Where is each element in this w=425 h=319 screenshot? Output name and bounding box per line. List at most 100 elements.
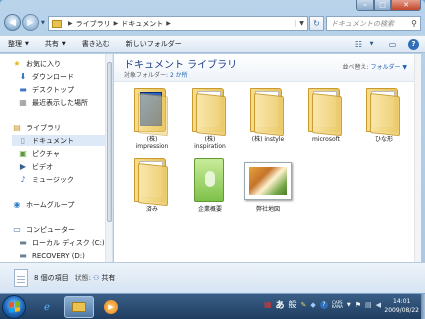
nav-desktop[interactable]: ▬ デスクトップ	[18, 84, 74, 95]
ime-mode-indicator[interactable]: あ	[276, 298, 285, 311]
nav-computer[interactable]: ▭ コンピューター	[12, 224, 75, 235]
nav-recent-places[interactable]: ▦ 最近表示した場所	[18, 97, 88, 108]
library-header: ドキュメント ライブラリ 対象フォルダー: 2 か所 並べ替え: フォルダー ▼	[114, 54, 421, 82]
folder-icon	[52, 19, 62, 28]
address-bar[interactable]: ▶ ライブラリ ▶ ドキュメント ▶ ▼	[48, 16, 308, 31]
refresh-button[interactable]: ↻	[309, 16, 324, 31]
windows-logo-icon	[9, 301, 20, 313]
ime-tools-icon[interactable]: ◆	[310, 301, 315, 309]
arrange-by: 並べ替え: フォルダー ▼	[343, 62, 408, 71]
folder-item[interactable]: (株) instyle	[240, 84, 296, 146]
nav-recovery[interactable]: ▬ RECOVERY (D:)	[18, 250, 85, 261]
taskbar-internet-explorer[interactable]: ℯ	[32, 296, 62, 318]
nav-label: ライブラリ	[26, 123, 61, 132]
pictures-icon: ▣	[19, 149, 27, 158]
view-options-icon[interactable]: ☷	[353, 39, 364, 50]
folder-icon	[134, 158, 170, 207]
forward-button[interactable]: ▶	[22, 14, 39, 31]
nav-documents[interactable]: ▯ ドキュメント	[12, 135, 106, 146]
taskbar-explorer[interactable]	[64, 296, 94, 318]
folder-icon	[366, 88, 402, 137]
folder-icon	[308, 88, 344, 137]
network-icon[interactable]: ▤	[365, 301, 372, 309]
nav-label: ビデオ	[32, 162, 53, 171]
folder-item[interactable]: microsoft	[298, 84, 354, 146]
nav-favorites[interactable]: ★ お気に入り	[12, 58, 61, 69]
nav-pictures[interactable]: ▣ ピクチャ	[18, 148, 60, 159]
ime-options-icon[interactable]: ▼	[347, 302, 351, 308]
folder-icon	[134, 88, 170, 137]
explorer-window: – □ ✕ ◀ ▶ ▼ ▶ ライブラリ ▶ ドキュメント ▶ ▼ ↻ ドキュメン…	[0, 0, 425, 293]
start-button[interactable]	[2, 295, 26, 319]
preview-pane-icon[interactable]: ▭	[387, 39, 398, 50]
breadcrumb-documents[interactable]: ドキュメント	[121, 19, 163, 29]
organize-button[interactable]: 整理 ▼	[8, 39, 29, 49]
media-player-icon: ▶	[104, 300, 118, 314]
minimize-button[interactable]: –	[356, 0, 374, 11]
arrange-dropdown[interactable]: フォルダー ▼	[370, 64, 407, 71]
taskbar-media-player[interactable]: ▶	[96, 296, 126, 318]
ime-toolbar-icon[interactable]: ▦	[264, 300, 272, 309]
tray-flag-icon[interactable]: ⚑	[355, 301, 361, 309]
share-button[interactable]: 共有 ▼	[45, 39, 66, 49]
item-label: microsoft	[312, 136, 340, 143]
folder-icon	[192, 88, 228, 137]
breadcrumb-separator[interactable]: ▶	[114, 20, 119, 27]
nav-videos[interactable]: ▶ ビデオ	[18, 161, 53, 172]
chevron-down-icon[interactable]: ▼	[366, 39, 377, 50]
close-button[interactable]: ✕	[391, 0, 421, 11]
document-icon	[194, 158, 224, 202]
nav-local-disk[interactable]: ▬ ローカル ディスク (C:)	[18, 237, 105, 248]
file-item[interactable]: 弊社地図	[240, 154, 296, 216]
ime-pad-icon[interactable]: ✎	[301, 301, 307, 309]
breadcrumb-separator[interactable]: ▶	[166, 20, 171, 27]
nav-homegroup[interactable]: ◉ ホームグループ	[12, 199, 75, 210]
maximize-button[interactable]: □	[374, 0, 391, 11]
address-dropdown-icon[interactable]: ▼	[295, 20, 307, 27]
item-count: 8 個の項目	[34, 274, 69, 282]
folder-item[interactable]: ひな形	[356, 84, 412, 146]
volume-icon[interactable]: ◀	[376, 301, 381, 309]
search-input[interactable]: ドキュメントの検索 ⚲	[326, 16, 421, 31]
folder-item[interactable]: (株) inspiration	[182, 84, 238, 150]
nav-label: ホームグループ	[26, 200, 75, 209]
burn-button[interactable]: 書き込む	[82, 39, 110, 49]
library-title: ドキュメント ライブラリ	[124, 60, 238, 71]
recent-pages-dropdown[interactable]: ▼	[41, 20, 47, 26]
content-scrollbar[interactable]	[414, 54, 421, 262]
item-label: 弊社地図	[255, 206, 280, 213]
status-value: 共有	[101, 274, 116, 282]
nav-scrollbar[interactable]	[105, 54, 112, 262]
navigation-bar: ◀ ▶ ▼ ▶ ライブラリ ▶ ドキュメント ▶ ▼ ↻ ドキュメントの検索 ⚲	[0, 12, 425, 34]
show-desktop-button[interactable]	[421, 294, 425, 319]
help-icon[interactable]: ?	[408, 38, 419, 50]
burn-label: 書き込む	[81, 40, 110, 48]
nav-music[interactable]: ♪ ミュージック	[18, 174, 73, 185]
search-icon[interactable]: ⚲	[411, 19, 417, 28]
folder-item[interactable]: 済み	[124, 154, 180, 216]
ime-conversion-indicator[interactable]: 般	[289, 299, 297, 310]
scroll-thumb[interactable]	[107, 62, 112, 222]
clock[interactable]: 14:01 2009/08/22	[384, 297, 419, 315]
item-label: (株) impression	[135, 136, 169, 150]
nav-label: お気に入り	[26, 59, 61, 68]
chevron-down-icon: ▼	[61, 41, 66, 47]
desktop-icon: ▬	[19, 85, 27, 94]
locations-link[interactable]: 2 か所	[170, 72, 188, 79]
nav-label: ローカル ディスク (C:)	[32, 238, 105, 247]
folder-item[interactable]: (株) impression	[124, 84, 180, 150]
nav-downloads[interactable]: ⬇ ダウンロード	[18, 71, 74, 82]
breadcrumb-separator[interactable]: ▶	[68, 20, 73, 27]
breadcrumb-libraries[interactable]: ライブラリ	[76, 19, 111, 29]
new-folder-button[interactable]: 新しいフォルダー	[126, 39, 182, 49]
file-item[interactable]: 企業概要	[182, 154, 238, 216]
caps-kana-indicator: CAPS KANA	[331, 299, 343, 309]
search-placeholder: ドキュメントの検索	[331, 19, 394, 28]
recent-places-icon: ▦	[19, 98, 27, 107]
back-button[interactable]: ◀	[4, 14, 21, 31]
item-label: (株) inspiration	[194, 136, 226, 150]
nav-libraries[interactable]: ▤ ライブラリ	[12, 122, 61, 133]
nav-label: デスクトップ	[32, 85, 74, 94]
ime-help-icon[interactable]: ?	[319, 300, 328, 309]
documents-icon: ▯	[20, 136, 26, 145]
